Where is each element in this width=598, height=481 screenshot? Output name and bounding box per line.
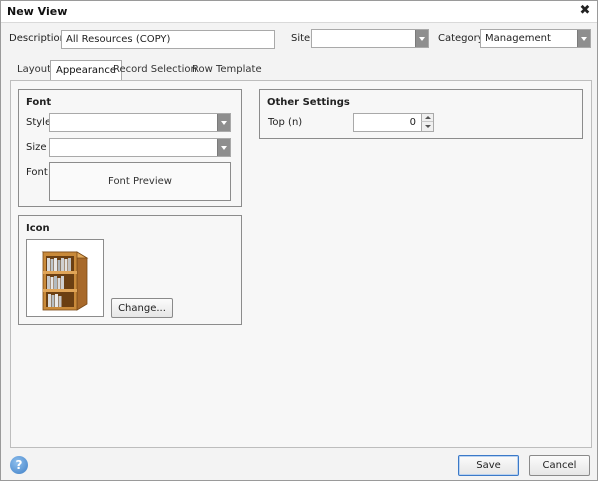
site-dropdown[interactable] <box>311 29 429 48</box>
save-button[interactable]: Save <box>458 455 519 476</box>
category-label: Category <box>438 33 484 44</box>
cancel-button[interactable]: Cancel <box>529 455 590 476</box>
chevron-down-icon[interactable] <box>577 30 590 47</box>
stepper-up-icon[interactable] <box>421 114 433 122</box>
icon-group-title: Icon <box>26 223 50 234</box>
description-label: Description <box>9 33 66 44</box>
icon-preview <box>26 239 104 317</box>
appearance-panel: Font Style Size Font Font Preview Icon C… <box>10 80 592 448</box>
top-n-label: Top (n) <box>268 117 303 128</box>
top-n-value: 0 <box>409 117 416 128</box>
size-label: Size <box>26 142 47 153</box>
window-title: New View <box>7 5 68 18</box>
icon-group: Icon Change... <box>18 215 242 325</box>
style-label: Style <box>26 117 52 128</box>
category-dropdown[interactable]: Management <box>480 29 591 48</box>
top-n-stepper[interactable]: 0 <box>353 113 434 132</box>
close-icon[interactable]: ✖ <box>579 4 591 18</box>
chevron-down-icon[interactable] <box>415 30 428 47</box>
font-group-title: Font <box>26 97 52 108</box>
font-label: Font <box>26 167 48 178</box>
chevron-down-icon[interactable] <box>217 114 230 131</box>
tab-strip: Layout Appearance Record Selection Row T… <box>10 60 591 81</box>
help-icon[interactable]: ? <box>10 456 28 474</box>
title-bar: New View ✖ <box>1 1 597 23</box>
site-label: Site <box>291 33 311 44</box>
chevron-down-icon[interactable] <box>217 139 230 156</box>
stepper-down-icon[interactable] <box>421 122 433 131</box>
tab-row-template[interactable]: Row Template <box>187 60 267 80</box>
style-dropdown[interactable] <box>49 113 231 132</box>
description-input[interactable]: All Resources (COPY) <box>61 30 275 49</box>
bookshelf-icon <box>41 251 89 311</box>
font-group: Font Style Size Font Font Preview <box>18 89 242 207</box>
category-value: Management <box>485 33 551 44</box>
other-settings-title: Other Settings <box>267 97 350 108</box>
size-dropdown[interactable] <box>49 138 231 157</box>
other-settings-group: Other Settings Top (n) 0 <box>259 89 583 139</box>
font-preview: Font Preview <box>49 162 231 201</box>
change-icon-button[interactable]: Change... <box>111 298 173 318</box>
new-view-dialog: New View ✖ Description All Resources (CO… <box>0 0 598 481</box>
